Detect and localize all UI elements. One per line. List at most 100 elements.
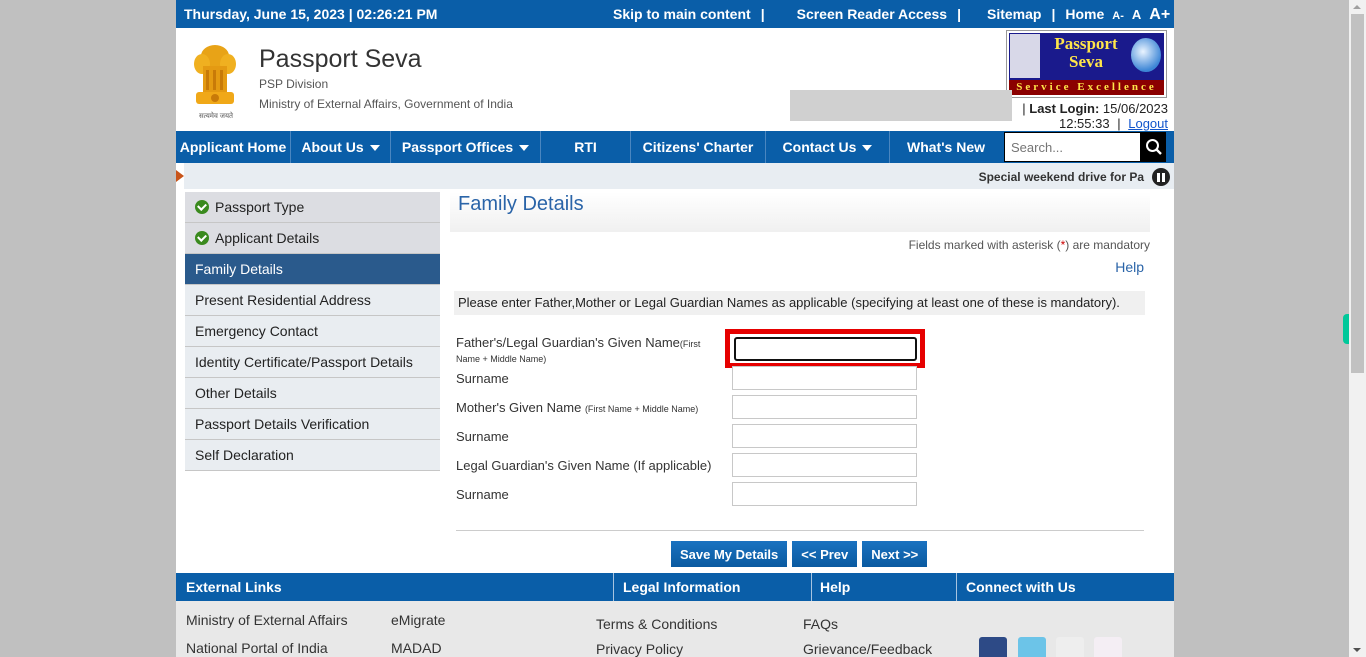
father-surname-input[interactable] (732, 366, 917, 390)
screen-reader-access-link[interactable]: Screen Reader Access (797, 6, 947, 22)
sidebar-item-label: Present Residential Address (195, 292, 371, 308)
sidebar-item-emergency-contact[interactable]: Emergency Contact (185, 316, 440, 347)
form-divider (456, 530, 1144, 531)
footer-heading-help: Help (820, 579, 851, 595)
footer-link-grievance[interactable]: Grievance/Feedback (803, 641, 932, 657)
nav-about-us[interactable]: About Us (291, 131, 391, 163)
nav-applicant-home[interactable]: Applicant Home (176, 131, 291, 163)
sidebar-item-family-details[interactable]: Family Details (185, 254, 440, 285)
sidebar-item-passport-type[interactable]: Passport Type (185, 192, 440, 223)
save-my-details-button[interactable]: Save My Details (671, 541, 788, 567)
footer-heading-connect: Connect with Us (966, 579, 1076, 595)
nav-passport-offices[interactable]: Passport Offices (391, 131, 541, 163)
logo-line-2: Seva (1069, 52, 1103, 71)
ticker-text[interactable]: Special weekend drive for Pa (979, 170, 1144, 184)
page-title: Family Details (458, 193, 584, 215)
footer-link-emigrate[interactable]: eMigrate (391, 612, 445, 628)
search-input[interactable] (1004, 132, 1141, 162)
divider (956, 573, 957, 601)
site-title: Passport Seva (259, 45, 422, 73)
nav-label: Contact Us (782, 139, 857, 155)
sidebar-item-other-details[interactable]: Other Details (185, 378, 440, 409)
caret-down-icon (369, 145, 380, 151)
twitter-icon[interactable] (1018, 637, 1046, 657)
sidebar-item-passport-details-verification[interactable]: Passport Details Verification (185, 409, 440, 440)
nav-label: What's New (906, 139, 985, 155)
flickr-icon[interactable] (1094, 637, 1122, 657)
home-link[interactable]: Home (1065, 6, 1104, 22)
footer-header: External Links Legal Information Help Co… (176, 573, 1174, 601)
sidebar-item-self-declaration[interactable]: Self Declaration (185, 440, 440, 471)
prev-button[interactable]: << Prev (792, 541, 858, 567)
sidebar-item-applicant-details[interactable]: Applicant Details (185, 223, 440, 254)
site-search (1004, 132, 1166, 162)
site-ministry: Ministry of External Affairs, Government… (259, 97, 513, 111)
page-title-bar: Family Details (450, 192, 1150, 232)
main-nav: Applicant Home About Us Passport Offices… (176, 131, 1174, 163)
font-decrease-button[interactable]: A- (1112, 10, 1124, 22)
mother-given-name-input[interactable] (732, 395, 917, 419)
ticker-arrow-icon (176, 170, 184, 182)
caret-down-icon (519, 145, 530, 151)
next-button[interactable]: Next >> (862, 541, 928, 567)
application-steps-sidebar: Passport Type Applicant Details Family D… (185, 192, 440, 471)
skip-to-main-link[interactable]: Skip to main content (613, 6, 751, 22)
facebook-icon[interactable] (979, 637, 1007, 657)
scroll-down-icon[interactable] (1353, 648, 1361, 652)
father-given-name-input[interactable] (734, 337, 917, 361)
field-label: Father's/Legal Guardian's Given Name (456, 335, 680, 350)
footer-link-privacy[interactable]: Privacy Policy (596, 641, 683, 657)
separator: | (760, 6, 765, 22)
nav-whats-new[interactable]: What's New (890, 131, 1002, 163)
field-label: Mother's Given Name (456, 400, 582, 415)
guardian-surname-input[interactable] (732, 482, 917, 506)
search-icon (1145, 139, 1162, 155)
nav-citizens-charter[interactable]: Citizens' Charter (631, 131, 766, 163)
font-increase-button[interactable]: A+ (1149, 6, 1170, 24)
footer-link-faqs[interactable]: FAQs (803, 616, 838, 632)
footer-link-madad[interactable]: MADAD (391, 640, 442, 656)
separator: | (1022, 101, 1026, 116)
sidebar-item-label: Self Declaration (195, 447, 294, 463)
help-link[interactable]: Help (1115, 259, 1144, 275)
mandatory-note-text: ) are mandatory (1065, 238, 1150, 252)
guardian-given-name-input[interactable] (732, 453, 917, 477)
scroll-thumb[interactable] (1351, 14, 1364, 373)
mother-surname-label: Surname (456, 429, 509, 444)
nav-contact-us[interactable]: Contact Us (766, 131, 890, 163)
father-surname-label: Surname (456, 371, 509, 386)
guardian-given-name-label: Legal Guardian's Given Name (If applicab… (456, 458, 712, 473)
sidebar-item-label: Applicant Details (215, 230, 320, 246)
sitemap-link[interactable]: Sitemap (987, 6, 1041, 22)
logout-link[interactable]: Logout (1128, 116, 1168, 131)
font-normal-button[interactable]: A (1132, 7, 1141, 22)
last-login-info: | Last Login: 15/06/2023 12:55:33 | Logo… (1022, 101, 1168, 131)
sidebar-item-present-residential-address[interactable]: Present Residential Address (185, 285, 440, 316)
search-button[interactable] (1141, 132, 1166, 162)
last-login-label: Last Login: (1029, 101, 1100, 116)
sidebar-item-label: Passport Details Verification (195, 416, 370, 432)
footer-link-terms[interactable]: Terms & Conditions (596, 616, 717, 632)
caret-down-icon (862, 145, 873, 151)
site-division: PSP Division (259, 77, 329, 91)
sidebar-item-label: Family Details (195, 261, 283, 277)
divider (613, 573, 614, 601)
emblem-motto: सत्यमेव जयते (198, 113, 234, 120)
scroll-up-icon[interactable] (1353, 5, 1361, 9)
sidebar-item-label: Other Details (195, 385, 277, 401)
page-scrollbar[interactable] (1349, 0, 1366, 657)
footer-body: Ministry of External Affairs National Po… (176, 601, 1174, 657)
nav-rti[interactable]: RTI (541, 131, 631, 163)
mother-surname-input[interactable] (732, 424, 917, 448)
sidebar-item-label: Emergency Contact (195, 323, 318, 339)
sidebar-item-identity-certificate[interactable]: Identity Certificate/Passport Details (185, 347, 440, 378)
nav-label: About Us (301, 139, 364, 155)
mandatory-note-text: Fields marked with asterisk ( (908, 238, 1061, 252)
youtube-icon[interactable] (1056, 637, 1084, 657)
footer-link-mea[interactable]: Ministry of External Affairs (186, 612, 348, 628)
page: Thursday, June 15, 2023 | 02:26:21 PM Sk… (176, 0, 1174, 657)
instruction-text: Please enter Father,Mother or Legal Guar… (454, 291, 1145, 315)
field-hint: (First Name + Middle Name) (584, 404, 699, 414)
footer-link-national-portal[interactable]: National Portal of India (186, 640, 328, 656)
ticker-pause-button[interactable] (1152, 168, 1170, 186)
